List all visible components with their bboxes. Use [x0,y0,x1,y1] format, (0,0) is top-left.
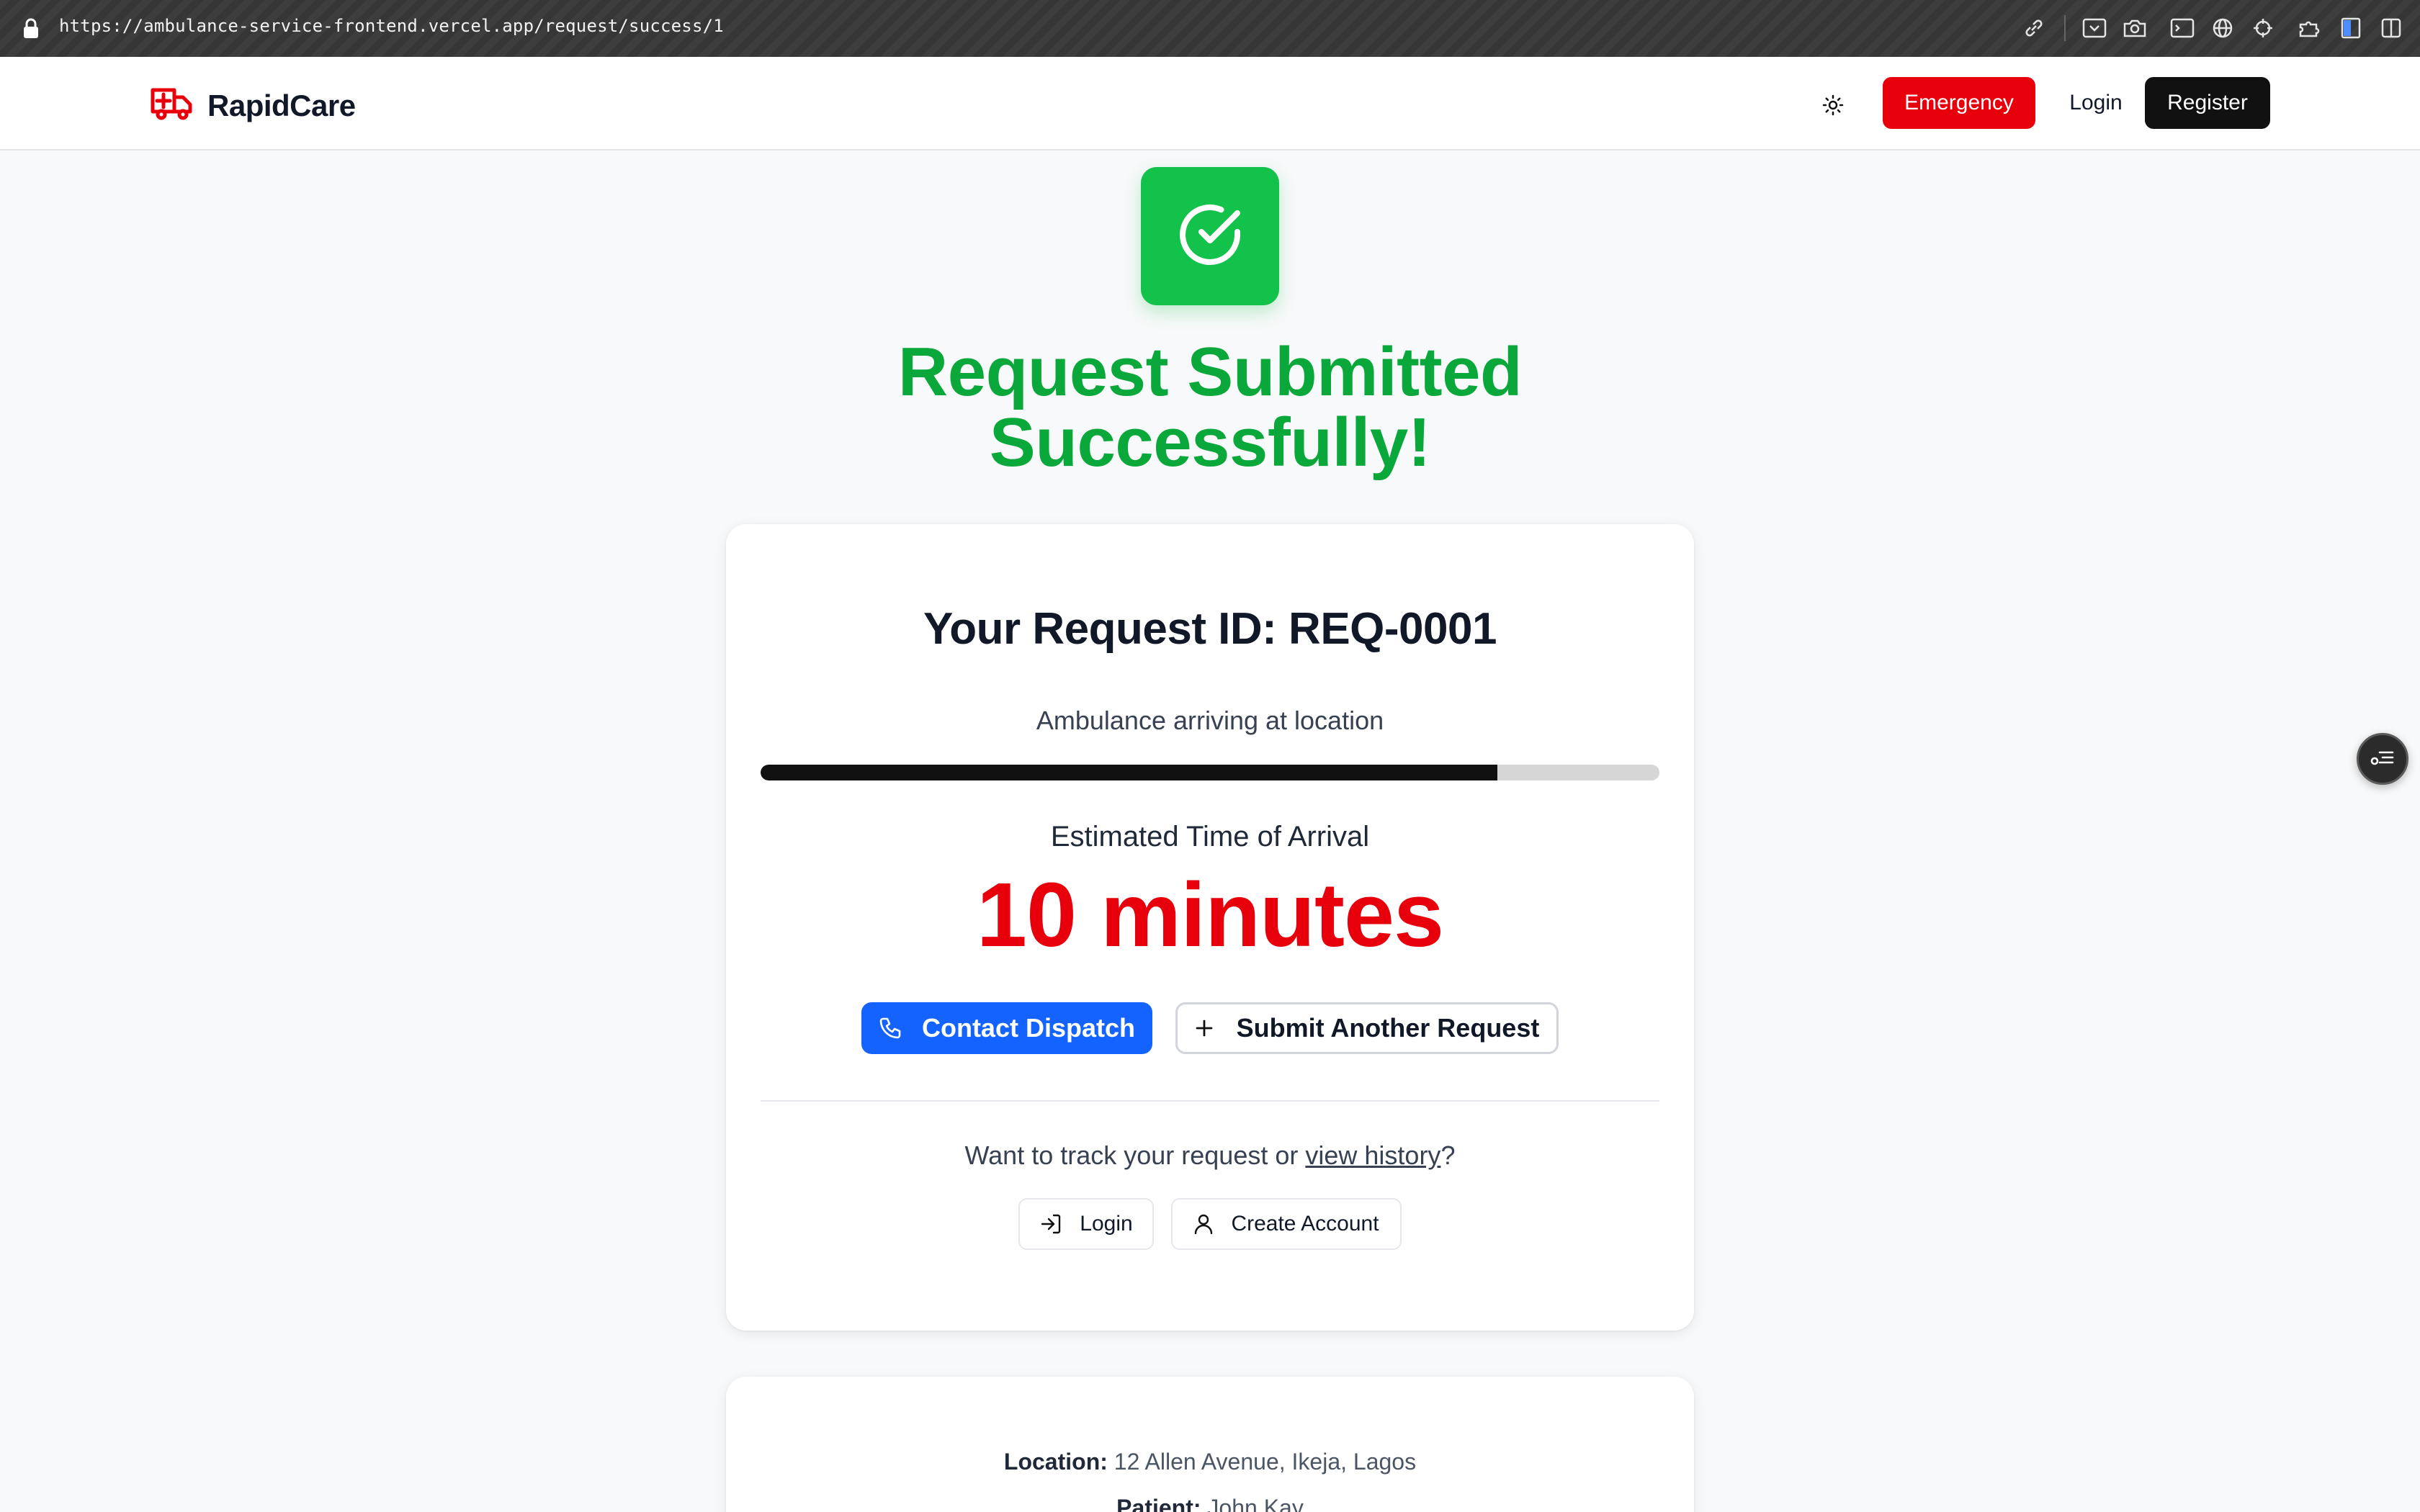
floating-assistant-button[interactable] [2357,733,2408,785]
plus-icon [1195,1019,1214,1038]
toolbar-divider [2064,15,2066,41]
location-row: Location: 12 Allen Avenue, Ikeja, Lagos [726,1449,1694,1475]
progress-bar-fill [761,765,1498,780]
headline-line-2: Successfully! [989,404,1431,481]
eta-value: 10 minutes [976,864,1444,966]
track-request-prompt: Want to track your request or view histo… [726,1140,1694,1171]
login-arrow-icon [1039,1212,1062,1236]
divider [761,1100,1659,1102]
crosshair-icon[interactable] [2249,14,2277,42]
patient-row: Patient: John Kay [726,1495,1694,1512]
submit-another-label: Submit Another Request [1236,1013,1540,1043]
window-icon[interactable] [2377,14,2406,42]
card-login-button[interactable]: Login [1018,1198,1154,1250]
top-nav: RapidCare Emergency Login Register [0,57,2420,150]
request-id: Your Request ID: REQ-0001 [923,604,1497,654]
browser-chrome: https://ambulance-service-frontend.verce… [0,0,2420,57]
create-account-button[interactable]: Create Account [1171,1198,1402,1250]
contact-dispatch-button[interactable]: Contact Dispatch [861,1002,1152,1054]
page-title: Request Submitted Successfully! [778,337,1642,478]
terminal-icon[interactable] [2168,14,2197,42]
extension-icon[interactable] [2296,14,2325,42]
location-label: Location: [1003,1449,1108,1475]
contact-dispatch-label: Contact Dispatch [921,1013,1136,1043]
lock-icon [23,17,39,39]
globe-icon[interactable] [2208,14,2237,42]
create-account-label: Create Account [1231,1212,1379,1236]
request-status-text: Ambulance arriving at location [1036,706,1384,735]
card-login-label: Login [1080,1212,1133,1236]
nav-login-link[interactable]: Login [2060,77,2132,129]
phone-icon [879,1017,902,1040]
track-prompt-text: Want to track your request or [964,1140,1306,1170]
brand-name: RapidCare [207,88,356,122]
submit-another-request-button[interactable]: Submit Another Request [1175,1002,1559,1054]
brand-logo[interactable]: RapidCare [150,86,356,125]
theme-toggle-sun-icon[interactable] [1816,89,1850,122]
request-status-card: Your Request ID: REQ-0001 Ambulance arri… [726,524,1694,1331]
ambulance-icon [150,86,194,125]
track-prompt-end: ? [1440,1140,1456,1170]
register-button[interactable]: Register [2145,77,2270,129]
eta-label: Estimated Time of Arrival [1050,821,1370,852]
screenshot-area-icon[interactable] [2080,14,2109,42]
list-settings-icon [2370,747,2396,772]
sidebar-icon[interactable] [2336,14,2365,42]
address-bar-url[interactable]: https://ambulance-service-frontend.verce… [59,16,724,36]
patient-value: John Kay [1207,1495,1304,1512]
emergency-button[interactable]: Emergency [1883,77,2035,129]
progress-bar [761,765,1659,780]
check-circle-icon [1175,200,1245,273]
camera-icon[interactable] [2120,14,2149,42]
location-value: 12 Allen Avenue, Ikeja, Lagos [1113,1449,1417,1475]
patient-label: Patient: [1116,1495,1201,1512]
request-details-card: Location: 12 Allen Avenue, Ikeja, Lagos … [726,1377,1694,1512]
success-badge [1141,167,1279,305]
view-history-link[interactable]: view history [1305,1140,1440,1170]
browser-toolbar [2008,14,2406,42]
headline-line-1: Request Submitted [897,333,1523,410]
link-icon[interactable] [2020,14,2048,42]
user-icon [1193,1213,1214,1235]
